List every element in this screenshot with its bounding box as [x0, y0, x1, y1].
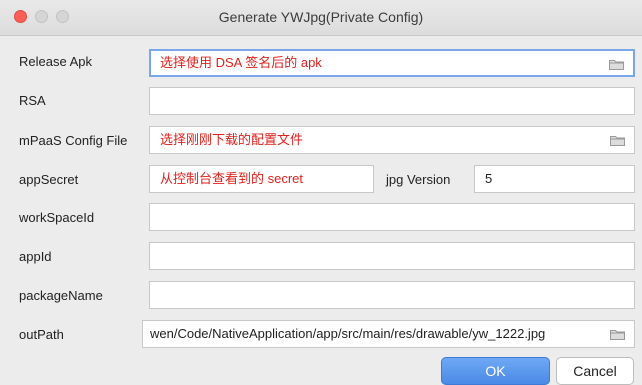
release-apk-field[interactable]: 选择使用 DSA 签名后的 apk — [149, 49, 635, 77]
out-path-field[interactable]: wen/Code/NativeApplication/app/src/main/… — [142, 320, 635, 348]
app-secret-field[interactable]: 从控制台查看到的 secret — [149, 165, 374, 193]
jpg-version-field[interactable]: 5 — [474, 165, 635, 193]
app-secret-label: appSecret — [19, 172, 79, 187]
app-id-field[interactable] — [149, 242, 635, 270]
app-secret-value: 从控制台查看到的 secret — [160, 171, 304, 186]
out-path-value: wen/Code/NativeApplication/app/src/main/… — [150, 326, 546, 341]
folder-icon[interactable] — [609, 59, 624, 70]
package-name-field[interactable] — [149, 281, 635, 309]
mpaas-config-field[interactable]: 选择刚刚下载的配置文件 — [149, 126, 635, 154]
rsa-field[interactable] — [149, 87, 635, 115]
folder-icon[interactable] — [610, 135, 625, 146]
release-apk-value: 选择使用 DSA 签名后的 apk — [160, 55, 322, 70]
workspace-id-field[interactable] — [149, 203, 635, 231]
jpg-version-label: jpg Version — [386, 172, 451, 187]
title-bar: Generate YWJpg(Private Config) — [0, 0, 642, 36]
app-id-label: appId — [19, 249, 52, 264]
mpaas-config-label: mPaaS Config File — [19, 133, 128, 148]
package-name-label: packageName — [19, 288, 103, 303]
workspace-id-label: workSpaceId — [19, 210, 95, 225]
release-apk-label: Release Apk — [19, 54, 92, 69]
folder-icon[interactable] — [610, 329, 625, 340]
rsa-label: RSA — [19, 93, 46, 108]
window-title: Generate YWJpg(Private Config) — [218, 9, 424, 25]
mpaas-config-value: 选择刚刚下载的配置文件 — [160, 132, 304, 147]
out-path-label: outPath — [19, 327, 64, 342]
